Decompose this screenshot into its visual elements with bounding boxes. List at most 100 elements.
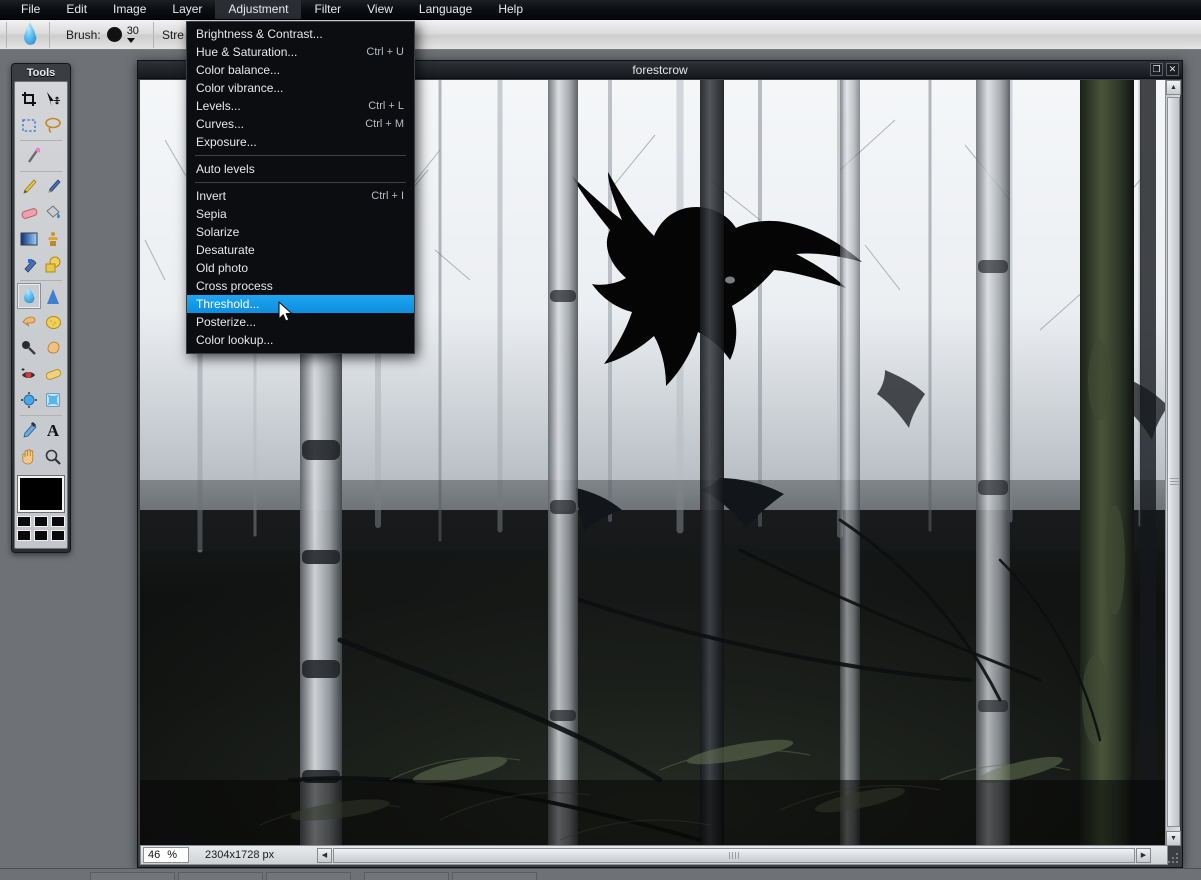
foreground-color-swatch[interactable] (17, 475, 65, 513)
scroll-down-button[interactable]: ▼ (1166, 831, 1181, 846)
scroll-left-button[interactable]: ◀ (317, 847, 332, 863)
palette-swatch[interactable] (17, 530, 31, 541)
palette-swatch[interactable] (17, 516, 31, 527)
red-eye-tool-icon[interactable] (17, 361, 41, 387)
move-tool-icon[interactable] (41, 86, 65, 112)
menu-item-accel: Ctrl + L (368, 100, 404, 112)
divider (152, 21, 154, 48)
resize-grip[interactable] (1166, 851, 1180, 865)
lasso-tool-icon[interactable] (41, 112, 65, 138)
menu-item-hue-saturation[interactable]: Hue & Saturation... Ctrl + U (187, 43, 414, 61)
menu-item-desaturate[interactable]: Desaturate (187, 241, 414, 259)
vertical-scrollbar[interactable]: ▲ ▼ (1165, 80, 1181, 846)
dodge-tool-icon[interactable] (17, 309, 41, 335)
tool-row (17, 444, 65, 470)
menu-item-solarize[interactable]: Solarize (187, 223, 414, 241)
magic-wand-tool-icon[interactable] (21, 143, 47, 169)
menu-view[interactable]: View (354, 0, 406, 19)
menu-item-color-lookup[interactable]: Color lookup... (187, 331, 414, 349)
blur-tool-icon[interactable] (17, 283, 42, 309)
menu-item-label: Hue & Saturation... (196, 45, 298, 59)
palette-swatch[interactable] (34, 516, 48, 527)
water-drop-icon (17, 22, 43, 47)
sponge-tool-icon[interactable] (41, 309, 65, 335)
taskbar-item[interactable] (266, 872, 351, 880)
menu-item-old-photo[interactable]: Old photo (187, 259, 414, 277)
menu-item-posterize[interactable]: Posterize... (187, 313, 414, 331)
menu-item-auto-levels[interactable]: Auto levels (187, 160, 414, 178)
pinch-tool-icon[interactable] (41, 335, 65, 361)
menu-item-cross-process[interactable]: Cross process (187, 277, 414, 295)
warp-tool-icon[interactable] (41, 387, 65, 413)
menu-item-exposure[interactable]: Exposure... (187, 133, 414, 151)
vertical-scroll-thumb[interactable] (1167, 97, 1180, 827)
brush-label: Brush: (66, 27, 101, 42)
tools-palette-title: Tools (26, 66, 56, 79)
palette-swatch[interactable] (51, 516, 65, 527)
text-tool-icon[interactable]: A (41, 418, 65, 444)
menu-filter[interactable]: Filter (301, 0, 354, 19)
maximize-icon[interactable]: ❐ (1150, 63, 1163, 76)
menu-layer[interactable]: Layer (159, 0, 215, 19)
menu-item-color-vibrance[interactable]: Color vibrance... (187, 79, 414, 97)
tools-palette: Tools A (11, 63, 71, 553)
menu-image[interactable]: Image (100, 0, 159, 19)
menu-item-threshold[interactable]: Threshold... (187, 295, 414, 313)
bloat-tool-icon[interactable] (17, 387, 41, 413)
horizontal-scrollbar[interactable]: ◀ ▶ (317, 847, 1151, 863)
menu-edit[interactable]: Edit (53, 0, 100, 19)
horizontal-scroll-thumb[interactable] (333, 847, 1135, 863)
paintbrush-tool-icon[interactable] (41, 174, 65, 200)
pencil-tool-icon[interactable] (17, 174, 41, 200)
menu-item-color-balance[interactable]: Color balance... (187, 61, 414, 79)
palette-swatch[interactable] (34, 530, 48, 541)
menu-item-label: Solarize (196, 225, 240, 239)
gradient-tool-icon[interactable] (17, 226, 41, 252)
burn-tool-icon[interactable] (17, 335, 41, 361)
shape-tool-icon[interactable] (41, 252, 65, 278)
zoom-unit: % (167, 849, 178, 861)
tools-grid: A (14, 81, 68, 549)
menu-item-brightness-contrast[interactable]: Brightness & Contrast... (187, 25, 414, 43)
menu-item-sepia[interactable]: Sepia (187, 205, 414, 223)
brush-preview-icon[interactable] (106, 27, 122, 42)
menu-bar: File Edit Image Layer Adjustment Filter … (0, 0, 1201, 20)
menu-item-label: Sepia (196, 207, 227, 221)
paint-bucket-tool-icon[interactable] (41, 200, 65, 226)
bandage-tool-icon[interactable] (41, 361, 65, 387)
clone-stamp-tool-icon[interactable] (41, 226, 65, 252)
smudge-tool-icon[interactable] (17, 252, 41, 278)
scroll-up-button[interactable]: ▲ (1166, 80, 1181, 95)
brush-size-value[interactable]: 30 (127, 25, 139, 37)
scroll-right-button[interactable]: ▶ (1136, 847, 1151, 863)
rectangular-select-tool-icon[interactable] (17, 112, 41, 138)
color-palette-grid[interactable] (17, 516, 65, 541)
eyedropper-tool-icon[interactable] (17, 418, 41, 444)
taskbar-item[interactable] (364, 872, 449, 880)
menu-item-levels[interactable]: Levels... Ctrl + L (187, 97, 414, 115)
crop-tool-icon[interactable] (17, 86, 41, 112)
chevron-down-icon[interactable] (126, 38, 135, 43)
taskbar-item[interactable] (90, 872, 175, 880)
zoom-input[interactable]: 46 % (143, 847, 189, 863)
image-dimensions: 2304x1728 px (205, 849, 275, 861)
menu-language[interactable]: Language (406, 0, 485, 19)
menu-item-curves[interactable]: Curves... Ctrl + M (187, 115, 414, 133)
sharpen-tool-icon[interactable] (41, 283, 65, 309)
menu-file[interactable]: File (8, 0, 53, 19)
menu-item-label: Desaturate (196, 243, 255, 257)
scroll-grip (729, 851, 739, 859)
menu-help[interactable]: Help (485, 0, 536, 19)
menu-item-invert[interactable]: Invert Ctrl + I (187, 187, 414, 205)
hand-tool-icon[interactable] (17, 444, 41, 470)
taskbar-item[interactable] (178, 872, 263, 880)
zoom-tool-icon[interactable] (41, 444, 65, 470)
taskbar-item[interactable] (452, 872, 537, 880)
close-icon[interactable]: ✕ (1166, 63, 1179, 76)
menu-item-accel: Ctrl + M (365, 118, 404, 130)
eraser-tool-icon[interactable] (17, 200, 41, 226)
menu-adjustment[interactable]: Adjustment (215, 0, 302, 19)
tool-row (17, 86, 65, 112)
divider (20, 171, 62, 172)
palette-swatch[interactable] (51, 530, 65, 541)
